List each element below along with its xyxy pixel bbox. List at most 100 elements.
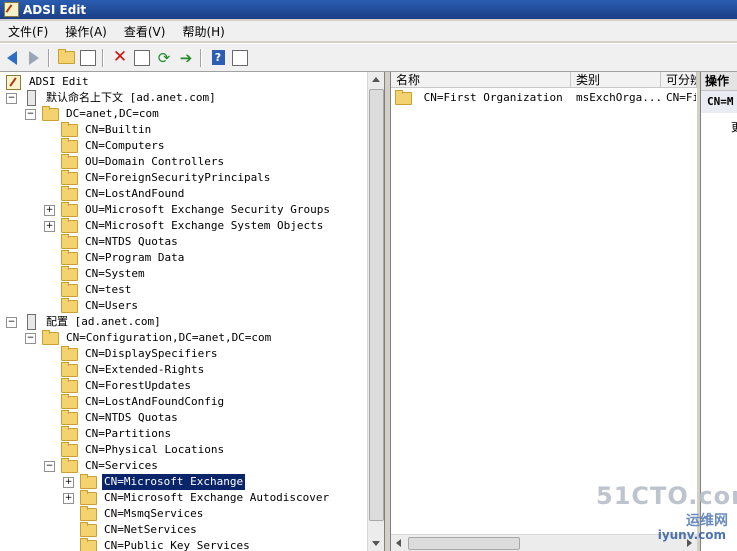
tree-item[interactable]: + CN=Microsoft Exchange Autodiscover — [63, 489, 331, 506]
list-item-name: CN=First Organization — [423, 91, 563, 104]
title-bar: ADSI Edit — [0, 0, 737, 19]
tree-pane[interactable]: ADSI Edit − 默认命名上下文 [ad.anet.com] − DC=anet,… — [0, 72, 385, 551]
tree-item[interactable]: CN=Users — [44, 297, 140, 314]
server-icon — [27, 314, 36, 330]
tree-item-label: CN=Microsoft Exchange System Objects — [85, 219, 324, 232]
tree-vertical-scrollbar[interactable] — [367, 72, 384, 551]
folder-icon — [61, 281, 78, 297]
scroll-right-icon[interactable] — [687, 539, 692, 547]
tree-item[interactable]: CN=ForeignSecurityPrincipals — [44, 169, 272, 186]
folder-icon — [61, 137, 78, 153]
tree-item[interactable]: CN=DisplaySpecifiers — [44, 345, 219, 362]
toolbar-separator — [102, 48, 104, 67]
tree-item[interactable]: CN=Extended-Rights — [44, 361, 206, 378]
tree-item-label: DC=anet,DC=com — [66, 107, 159, 120]
actions-selected-object[interactable]: CN=M — [701, 91, 737, 113]
tree-item[interactable]: − 配置 [ad.anet.com] — [6, 314, 163, 330]
list-pane[interactable]: 名称 类别 可分辨 CN=First Organization msExchOr… — [390, 72, 697, 551]
folder-icon — [61, 377, 78, 393]
show-hide-tree-icon[interactable] — [78, 48, 98, 68]
forward-icon[interactable] — [24, 48, 44, 68]
export-list-icon[interactable]: ➔ — [176, 48, 196, 68]
tree-item-label: CN=NTDS Quotas — [85, 235, 178, 248]
tree-item-label: CN=Physical Locations — [85, 443, 225, 456]
tree-item[interactable]: CN=Computers — [44, 137, 166, 154]
tree-item-label: CN=ForestUpdates — [85, 379, 191, 392]
tree-item[interactable]: CN=ForestUpdates — [44, 377, 193, 394]
tree-item[interactable]: CN=Partitions — [44, 425, 173, 442]
folder-icon — [61, 201, 78, 217]
collapse-icon[interactable]: − — [25, 108, 36, 120]
tree-item[interactable]: CN=Physical Locations — [44, 441, 226, 458]
expand-icon[interactable]: + — [44, 204, 55, 216]
show-hide-action-pane-icon[interactable] — [230, 48, 250, 68]
folder-icon — [61, 169, 78, 185]
tree-item[interactable]: CN=Program Data — [44, 249, 186, 266]
list-horizontal-scrollbar[interactable] — [391, 534, 697, 551]
tree-item[interactable]: CN=test — [44, 281, 133, 298]
folder-icon — [61, 393, 78, 409]
collapse-icon[interactable]: − — [44, 460, 55, 472]
tree-item-label: CN=LostAndFoundConfig — [85, 395, 225, 408]
tree-item-label: CN=Computers — [85, 139, 165, 152]
list-item-class: msExchOrga... — [576, 91, 663, 104]
tree-item[interactable]: OU=Domain Controllers — [44, 153, 226, 170]
folder-icon — [80, 505, 97, 521]
scroll-thumb[interactable] — [408, 537, 520, 550]
tree-item[interactable]: CN=NTDS Quotas — [44, 233, 180, 250]
menu-file[interactable]: 文件(F) — [0, 23, 57, 40]
tree-item[interactable]: CN=Public Key Services — [63, 537, 252, 551]
tree-item[interactable]: − CN=Configuration,DC=anet,DC=com — [25, 329, 273, 346]
column-header-dn[interactable]: 可分辨 — [661, 72, 697, 88]
folder-icon — [395, 89, 412, 105]
tree-item[interactable]: + CN=Microsoft Exchange — [63, 473, 246, 490]
delete-icon[interactable]: ✕ — [110, 48, 130, 68]
collapse-icon[interactable]: − — [6, 316, 17, 328]
tree-item-label: CN=test — [85, 283, 132, 296]
up-folder-icon[interactable] — [56, 48, 76, 68]
tree-item[interactable]: + OU=Microsoft Exchange Security Groups — [44, 201, 332, 218]
tree-item[interactable]: CN=Builtin — [44, 121, 153, 138]
tree-item[interactable]: − DC=anet,DC=com — [25, 105, 161, 122]
tree-item-label: CN=MsmqServices — [104, 507, 204, 520]
collapse-icon[interactable]: − — [6, 92, 17, 104]
actions-more-link[interactable]: 更 — [701, 119, 737, 135]
expand-icon[interactable]: + — [44, 220, 55, 232]
properties-icon[interactable] — [132, 48, 152, 68]
folder-icon — [80, 537, 97, 551]
tree-item-label: 配置 [ad.anet.com] — [46, 315, 161, 328]
tree-item[interactable]: + CN=Microsoft Exchange System Objects — [44, 217, 325, 234]
tree-item-label: CN=System — [85, 267, 145, 280]
toolbar-separator — [48, 48, 50, 67]
help-icon[interactable]: ? — [208, 48, 228, 68]
collapse-icon[interactable]: − — [25, 332, 36, 344]
menu-view[interactable]: 查看(V) — [116, 23, 175, 40]
tree-item[interactable]: CN=System — [44, 265, 147, 282]
menu-help[interactable]: 帮助(H) — [174, 23, 233, 40]
folder-icon — [61, 409, 78, 425]
tree-item[interactable]: CN=NetServices — [63, 521, 199, 538]
scroll-up-icon[interactable] — [372, 77, 380, 82]
tree-item[interactable]: CN=NTDS Quotas — [44, 409, 180, 426]
menu-bar: 文件(F) 操作(A) 查看(V) 帮助(H) — [0, 21, 737, 41]
column-header-name[interactable]: 名称 — [391, 72, 571, 88]
folder-icon — [61, 185, 78, 201]
scroll-thumb[interactable] — [369, 89, 384, 521]
tree-item[interactable]: CN=MsmqServices — [63, 505, 205, 522]
scroll-down-icon[interactable] — [372, 541, 380, 546]
list-item[interactable]: CN=First Organization — [395, 89, 563, 106]
tree-item[interactable]: CN=LostAndFoundConfig — [44, 393, 226, 410]
back-icon[interactable] — [2, 48, 22, 68]
scroll-left-icon[interactable] — [396, 539, 401, 547]
refresh-icon[interactable]: ⟳ — [154, 48, 174, 68]
menu-action[interactable]: 操作(A) — [57, 23, 116, 40]
expand-icon[interactable]: + — [63, 492, 74, 504]
tree-root[interactable]: ADSI Edit — [6, 74, 91, 90]
column-header-class[interactable]: 类别 — [571, 72, 661, 88]
folder-icon — [61, 345, 78, 361]
actions-header: 操作 — [701, 72, 737, 91]
tree-item[interactable]: − 默认命名上下文 [ad.anet.com] — [6, 90, 218, 106]
tree-item[interactable]: − CN=Services — [44, 457, 160, 474]
tree-item[interactable]: CN=LostAndFound — [44, 185, 186, 202]
expand-icon[interactable]: + — [63, 476, 74, 488]
